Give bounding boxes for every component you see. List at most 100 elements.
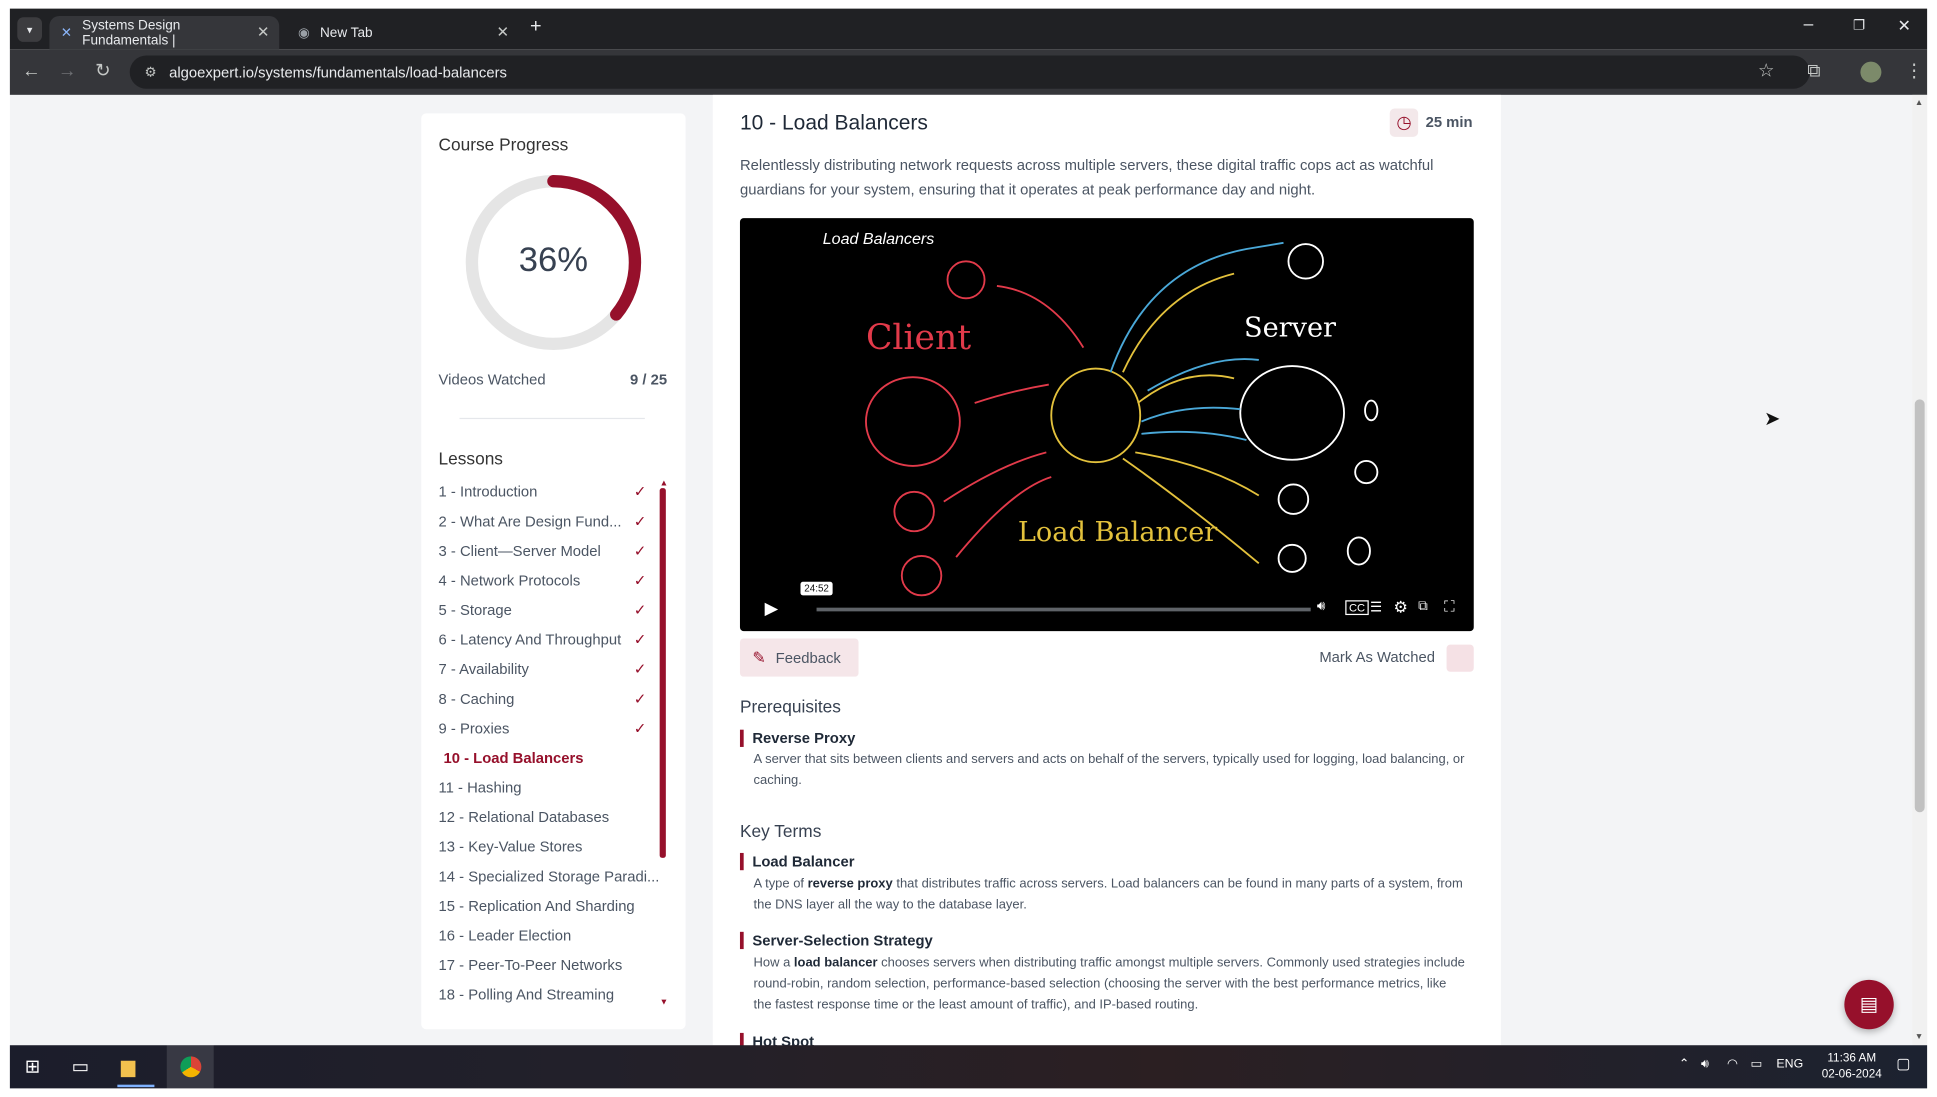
completed-check-icon: ✓ xyxy=(633,631,647,649)
key-term-desc-text: How a xyxy=(753,955,794,971)
url-text: algoexpert.io/systems/fundamentals/load-… xyxy=(169,63,507,81)
completed-check-icon: ✓ xyxy=(633,571,647,590)
reload-icon[interactable]: ↻ xyxy=(95,60,111,82)
completed-check-icon: ✓ xyxy=(633,512,647,531)
taskbar-time: 11:36 AM xyxy=(1827,1051,1877,1065)
lesson-item[interactable]: 2 - What Are Design Fund... xyxy=(439,513,622,530)
windows-start-icon[interactable]: ⊞ xyxy=(25,1055,41,1077)
lesson-item[interactable]: 9 - Proxies xyxy=(439,720,510,737)
key-term-desc-text: A type of xyxy=(753,876,808,892)
bookmark-star-icon[interactable]: ☆ xyxy=(1758,60,1775,82)
lesson-item[interactable]: 12 - Relational Databases xyxy=(439,809,610,826)
feedback-button[interactable]: ✎ Feedback xyxy=(739,638,859,677)
mark-as-watched-label: Mark As Watched xyxy=(1319,648,1435,666)
chrome-taskbar-icon[interactable] xyxy=(166,1045,214,1089)
pip-icon[interactable]: ⧉ xyxy=(1418,599,1428,615)
lesson-item[interactable]: 7 - Availability xyxy=(439,661,529,678)
lesson-item[interactable]: 15 - Replication And Sharding xyxy=(439,897,635,914)
lesson-item[interactable]: 11 - Hashing xyxy=(439,779,522,796)
taskbar-date: 02-06-2024 xyxy=(1821,1067,1882,1081)
address-bar[interactable]: ⚙ algoexpert.io/systems/fundamentals/loa… xyxy=(129,55,1810,89)
tab-systems-design[interactable]: ✕ Systems Design Fundamentals | ✕ xyxy=(49,16,280,50)
key-term-title: Server-Selection Strategy xyxy=(739,931,933,950)
completed-check-icon: ✓ xyxy=(633,542,647,560)
chat-assistant-button[interactable]: ▤ xyxy=(1844,979,1894,1030)
play-icon[interactable]: ▶ xyxy=(765,598,778,619)
completed-check-icon: ✓ xyxy=(633,719,647,738)
lesson-item[interactable]: 6 - Latency And Throughput xyxy=(439,631,622,648)
completed-check-icon: ✓ xyxy=(633,601,647,619)
volume-tray-icon[interactable]: 🔊︎ xyxy=(1701,1058,1709,1072)
language-indicator[interactable]: ENG xyxy=(1776,1058,1803,1072)
prerequisite-desc: A server that sits between clients and s… xyxy=(753,751,1465,788)
captions-icon[interactable]: CC xyxy=(1345,600,1369,616)
scroll-up-icon[interactable]: ▲ xyxy=(660,479,669,488)
video-timeline[interactable] xyxy=(816,607,1311,612)
mark-as-watched-checkbox[interactable] xyxy=(1446,644,1474,672)
completed-check-icon: ✓ xyxy=(633,483,647,501)
tab-new-tab[interactable]: ◉ New Tab ✕ xyxy=(287,16,519,49)
settings-gear-icon[interactable]: ⚙ xyxy=(1393,598,1407,618)
video-player[interactable]: Load Balancers Client Server Load Balanc… xyxy=(739,218,1474,632)
clock-icon: ◷ xyxy=(1389,108,1419,137)
tray-overflow-icon[interactable]: ⌃ xyxy=(1679,1058,1689,1072)
minimize-icon[interactable]: – xyxy=(1804,14,1814,34)
battery-tray-icon[interactable]: ▭ xyxy=(1750,1058,1762,1072)
taskbar-active-indicator xyxy=(117,1084,155,1088)
volume-icon[interactable]: 🔊︎ xyxy=(1317,599,1326,615)
scroll-down-arrow-icon[interactable]: ▼ xyxy=(1915,1033,1924,1042)
key-term-title: Load Balancer xyxy=(739,852,854,871)
site-info-icon[interactable]: ⚙ xyxy=(145,64,157,80)
extensions-icon[interactable]: ⧉ xyxy=(1807,60,1820,82)
notifications-icon[interactable]: ▢ xyxy=(1896,1055,1910,1072)
task-view-icon[interactable]: ▭ xyxy=(72,1055,90,1077)
close-window-icon[interactable]: ✕ xyxy=(1897,16,1910,36)
windows-taskbar: ⊞ ▭ ▆ ⌃ 🔊︎ ◠ ▭ ENG 11:36 AM 02-06-2024 ▢ xyxy=(9,1045,1928,1089)
back-icon[interactable]: ← xyxy=(22,60,41,82)
lesson-item[interactable]: 8 - Caching xyxy=(439,690,515,707)
lesson-description: Relentlessly distributing network reques… xyxy=(739,156,1434,199)
screen: ▾ ✕ Systems Design Fundamentals | ✕ ◉ Ne… xyxy=(0,0,1937,1097)
prerequisites-title: Prerequisites xyxy=(739,696,841,717)
restore-icon[interactable]: ❐ xyxy=(1853,17,1865,33)
lesson-list-scrollbar[interactable] xyxy=(659,488,666,858)
feedback-icon: ✎ xyxy=(752,647,766,667)
key-term-desc-bold: load balancer xyxy=(793,955,878,971)
completed-check-icon: ✓ xyxy=(633,660,647,678)
algoexpert-favicon-icon: ✕ xyxy=(60,25,73,41)
completed-check-icon: ✓ xyxy=(633,690,647,708)
profile-avatar[interactable] xyxy=(1860,61,1882,83)
lesson-item[interactable]: 17 - Peer-To-Peer Networks xyxy=(439,956,623,973)
new-tab-button[interactable]: + xyxy=(530,16,542,38)
transcript-icon[interactable]: ☰ xyxy=(1370,599,1382,615)
forward-icon[interactable]: → xyxy=(58,60,77,82)
page-scrollbar-thumb[interactable] xyxy=(1914,399,1925,813)
video-title-text: Load Balancers xyxy=(823,230,935,248)
file-explorer-icon[interactable]: ▆ xyxy=(121,1055,135,1077)
scroll-up-arrow-icon[interactable]: ▲ xyxy=(1915,99,1924,108)
divider xyxy=(459,417,645,420)
lesson-item-current[interactable]: 10 - Load Balancers xyxy=(443,749,583,766)
taskbar-clock[interactable]: 11:36 AM 02-06-2024 xyxy=(1821,1050,1883,1082)
fullscreen-icon[interactable]: ⛶ xyxy=(1444,598,1454,616)
videos-watched-value: 9 / 25 xyxy=(629,371,668,389)
lesson-item[interactable]: 13 - Key-Value Stores xyxy=(439,838,583,855)
videos-watched-label: Videos Watched xyxy=(438,371,546,389)
lesson-item[interactable]: 18 - Polling And Streaming xyxy=(439,986,615,1003)
scroll-down-icon[interactable]: ▼ xyxy=(660,998,669,1007)
chrome-favicon-icon: ◉ xyxy=(297,25,310,41)
lesson-item[interactable]: 4 - Network Protocols xyxy=(439,572,581,589)
menu-kebab-icon[interactable]: ⋮ xyxy=(1905,60,1924,82)
lesson-item[interactable]: 5 - Storage xyxy=(439,601,512,618)
lesson-item[interactable]: 1 - Introduction xyxy=(439,483,538,500)
close-tab-icon[interactable]: ✕ xyxy=(497,23,509,40)
wifi-tray-icon[interactable]: ◠ xyxy=(1727,1058,1738,1072)
key-term-desc-bold: reverse proxy xyxy=(807,876,893,892)
lesson-item[interactable]: 16 - Leader Election xyxy=(439,927,572,944)
tab-search-button[interactable]: ▾ xyxy=(17,17,43,42)
close-tab-icon[interactable]: ✕ xyxy=(257,23,269,40)
lesson-item[interactable]: 14 - Specialized Storage Paradi... xyxy=(439,868,660,885)
time-tooltip: 24:52 xyxy=(800,581,833,596)
lesson-item[interactable]: 3 - Client—Server Model xyxy=(439,542,601,559)
feedback-label: Feedback xyxy=(775,648,841,667)
